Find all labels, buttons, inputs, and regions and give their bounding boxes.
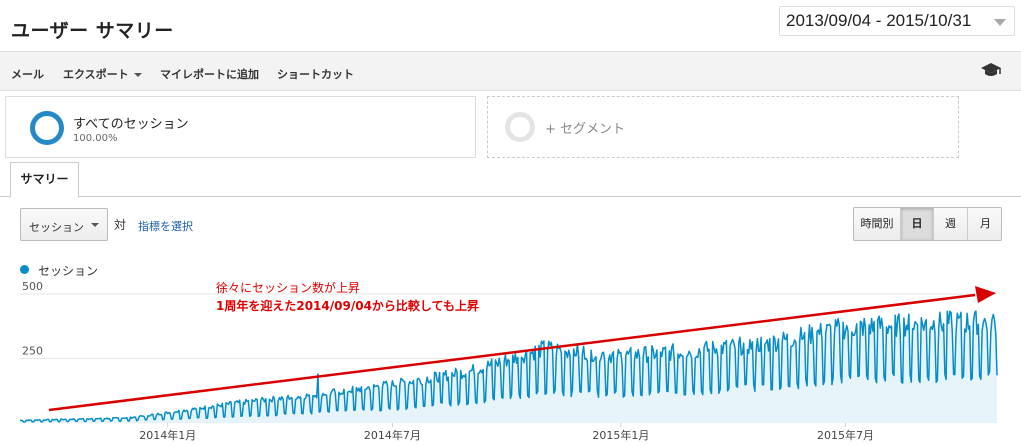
page-header: ユーザー サマリー 2013/09/04 - 2015/10/31: [0, 0, 1021, 50]
annotation-line-1: 徐々にセッション数が上昇: [216, 281, 361, 295]
x-tick-label: 2014年1月: [139, 428, 196, 442]
legend-label: セッション: [38, 264, 99, 278]
vs-label: 対: [114, 218, 127, 232]
granularity-hourly-button[interactable]: 時間別: [854, 208, 901, 240]
metric-select-value: セッション: [29, 221, 84, 234]
sessions-chart: 250 500 2014年1月 2014年7月 2015年1月 2015年7月: [20, 280, 998, 442]
x-tick-label: 2015年7月: [817, 428, 874, 442]
report-tabs: サマリー: [0, 162, 1021, 198]
add-segment-label: + セグメント: [545, 122, 626, 137]
chevron-down-icon: [994, 19, 1006, 26]
granularity-day-button[interactable]: 日: [901, 208, 934, 240]
annotation-line-2: 1周年を迎えた2014/09/04から比較しても上昇: [216, 299, 479, 313]
select-metric-link[interactable]: 指標を選択: [138, 218, 193, 234]
y-tick-label: 250: [22, 345, 43, 358]
granularity-week-button[interactable]: 週: [934, 208, 968, 240]
legend-marker: [20, 265, 29, 274]
segment-name: すべてのセッション: [73, 117, 189, 132]
export-button[interactable]: エクスポート: [63, 66, 142, 82]
granularity-toggle: 時間別 日 週 月: [853, 207, 1002, 241]
segment-all-sessions[interactable]: すべてのセッション 100.00%: [5, 96, 476, 158]
granularity-month-button[interactable]: 月: [968, 208, 1001, 240]
y-tick-label: 500: [22, 280, 43, 293]
page-title: ユーザー サマリー: [11, 20, 174, 42]
chevron-down-icon: [91, 223, 99, 227]
tab-summary[interactable]: サマリー: [10, 162, 79, 198]
date-range-picker[interactable]: 2013/09/04 - 2015/10/31: [779, 6, 1015, 36]
email-button[interactable]: メール: [11, 66, 44, 82]
segment-donut-icon: [30, 111, 64, 145]
shortcut-button[interactable]: ショートカット: [277, 66, 354, 82]
chart-grid: [20, 293, 997, 359]
report-toolbar: メール エクスポート マイレポートに追加 ショートカット: [0, 51, 1021, 91]
segment-percent: 100.00%: [73, 133, 118, 144]
metric-select[interactable]: セッション: [20, 208, 108, 241]
x-tick-label: 2015年1月: [592, 428, 649, 442]
chevron-down-icon: [133, 73, 142, 77]
add-segment-button[interactable]: + セグメント: [487, 96, 959, 158]
date-range-text: 2013/09/04 - 2015/10/31: [786, 11, 972, 30]
empty-segment-icon: [505, 112, 535, 142]
add-to-dashboard-button[interactable]: マイレポートに追加: [160, 66, 259, 82]
x-tick-label: 2014年7月: [364, 428, 421, 442]
graduation-cap-icon[interactable]: [980, 61, 1002, 79]
export-label: エクスポート: [63, 68, 129, 81]
